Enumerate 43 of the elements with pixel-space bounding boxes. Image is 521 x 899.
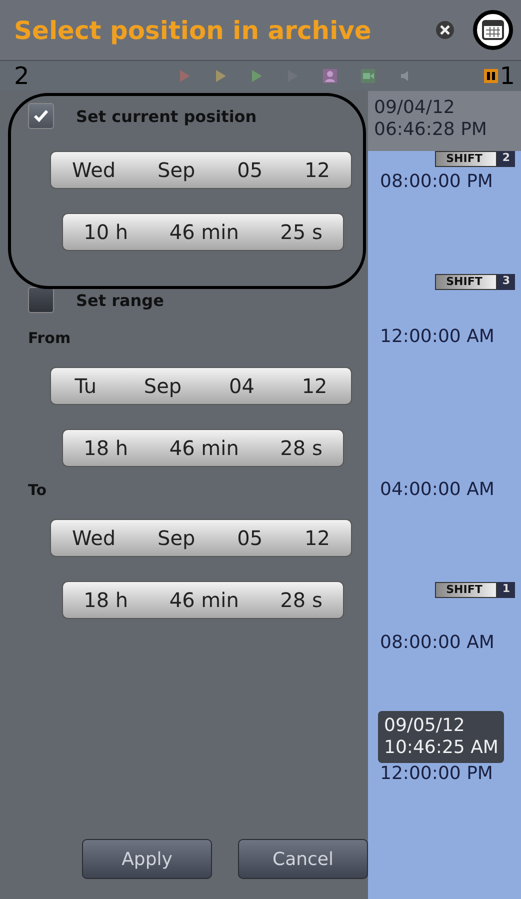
date-value: 12 [304,158,330,182]
section-label: To [28,481,48,499]
time-label: 08:00:00 PM [379,171,493,192]
time-value: 46 min [169,588,239,612]
time-label: 12:00:00 PM [379,763,493,784]
camera-number: 2 [14,62,30,90]
date-value: Sep [144,374,182,398]
time-value: 28 s [280,436,322,460]
time-value: 46 min [169,220,239,244]
date-value: 12 [302,374,328,398]
dialog-button[interactable]: Cancel [238,839,368,879]
date-value: Tu [74,374,97,398]
camera-number: 1 [500,62,515,90]
date-spinner[interactable]: Wed Sep 05 12 [50,519,352,557]
time-value: 18 h [84,436,128,460]
time-value: 18 h [84,588,128,612]
time-spinner[interactable]: 10 h 46 min 25 s [62,213,344,251]
time-label: 12:00:00 AM [379,326,494,347]
time-label: 08:00:00 AM [379,632,494,653]
date-spinner[interactable]: Wed Sep 05 12 [50,151,352,189]
checkbox-label: Set current position [76,106,257,126]
date-value: Sep [158,526,196,550]
position-tooltip: 09/05/12 10:46:25 AM [378,711,504,763]
date-spinner[interactable]: Tu Sep 04 12 [50,367,352,405]
date-value: Wed [72,526,116,550]
date-value: 05 [237,526,263,550]
time-value: 25 s [280,220,322,244]
date-value: 12 [304,526,330,550]
date-value: Sep [158,158,196,182]
date-value: 05 [237,158,263,182]
timestamp: 09/04/12 06:46:28 PM [373,97,487,141]
time-value: 10 h [84,220,128,244]
time-label: 04:00:00 AM [379,479,494,500]
dialog-button[interactable]: Apply [82,839,212,879]
time-spinner[interactable]: 18 h 46 min 28 s [62,581,344,619]
time-value: 28 s [280,588,322,612]
dialog-title: Select position in archive [14,16,372,44]
date-value: 04 [229,374,254,398]
checkbox-label: Set range [76,290,164,310]
time-spinner[interactable]: 18 h 46 min 28 s [62,429,344,467]
date-value: Wed [72,158,116,182]
section-label: From [28,329,72,347]
time-value: 46 min [169,436,239,460]
